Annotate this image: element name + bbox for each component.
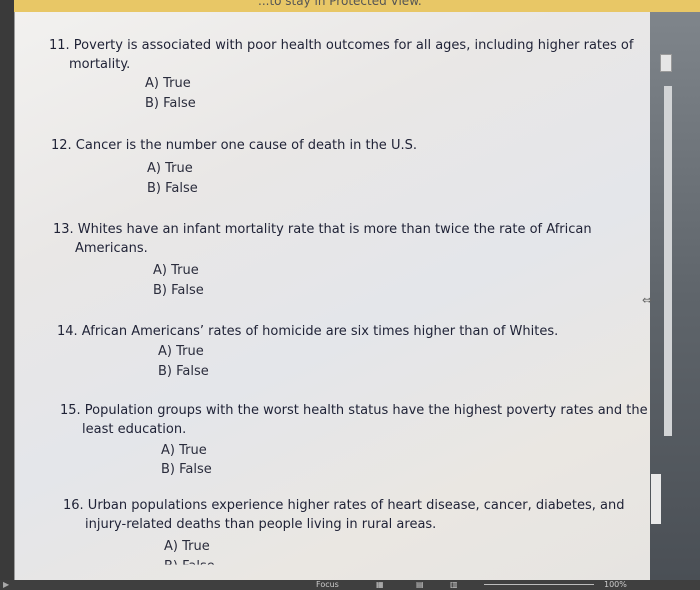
question-text: 15. Population groups with the worst hea… xyxy=(60,403,648,418)
vertical-scrollbar[interactable] xyxy=(664,86,672,436)
question-text: 12. Cancer is the number one cause of de… xyxy=(51,138,417,153)
banner-text: ...to stay in Protected View. xyxy=(258,0,422,8)
question-15: 15. Population groups with the worst hea… xyxy=(60,401,648,439)
option-a[interactable]: A) True xyxy=(158,342,204,361)
option-a[interactable]: A) True xyxy=(153,261,199,280)
page-thumbnail-icon[interactable] xyxy=(660,54,672,72)
play-icon[interactable]: ▶ xyxy=(3,580,9,589)
left-margin xyxy=(0,0,14,590)
option-a[interactable]: A) True xyxy=(161,441,207,460)
question-text: 13. Whites have an infant mortality rate… xyxy=(53,222,592,237)
option-b[interactable]: B) False xyxy=(158,362,209,381)
web-layout-icon[interactable]: ▥ xyxy=(450,580,458,589)
status-bar: ▶ Focus ▦ ▤ ▥ 100% xyxy=(0,580,700,590)
focus-button[interactable]: Focus xyxy=(316,580,339,589)
question-13: 13. Whites have an infant mortality rate… xyxy=(53,220,592,258)
question-text-cont: least education. xyxy=(82,422,187,437)
protected-view-banner: ...to stay in Protected View. xyxy=(0,0,700,12)
question-text-cont: injury-related deaths than people living… xyxy=(85,517,437,532)
question-text-cont: Americans. xyxy=(75,241,148,256)
question-12: 12. Cancer is the number one cause of de… xyxy=(51,136,417,155)
option-b[interactable]: B) False xyxy=(153,281,204,300)
read-mode-icon[interactable]: ▦ xyxy=(376,580,384,589)
ruler-marker xyxy=(651,474,661,524)
document-page: 11. Poverty is associated with poor heal… xyxy=(14,12,651,580)
question-text: 14. African Americans’ rates of homicide… xyxy=(57,324,559,339)
option-a[interactable]: A) True xyxy=(164,537,210,556)
question-text: 11. Poverty is associated with poor heal… xyxy=(49,38,634,53)
question-14: 14. African Americans’ rates of homicide… xyxy=(57,322,558,341)
print-layout-icon[interactable]: ▤ xyxy=(416,580,424,589)
question-16: 16. Urban populations experience higher … xyxy=(63,496,625,534)
option-a[interactable]: A) True xyxy=(145,74,191,93)
option-b[interactable]: B) False xyxy=(164,557,215,565)
question-text: 16. Urban populations experience higher … xyxy=(63,498,625,513)
option-b[interactable]: B) False xyxy=(161,460,212,479)
resize-arrows-icon[interactable]: ⇔ xyxy=(642,293,652,307)
zoom-slider[interactable] xyxy=(484,584,594,585)
option-b[interactable]: B) False xyxy=(147,179,198,198)
side-panel: ⇔ xyxy=(642,12,700,580)
question-text-cont: mortality. xyxy=(69,57,131,72)
option-a[interactable]: A) True xyxy=(147,159,193,178)
zoom-level[interactable]: 100% xyxy=(604,580,627,589)
option-b[interactable]: B) False xyxy=(145,94,196,113)
question-11: 11. Poverty is associated with poor heal… xyxy=(49,36,633,74)
